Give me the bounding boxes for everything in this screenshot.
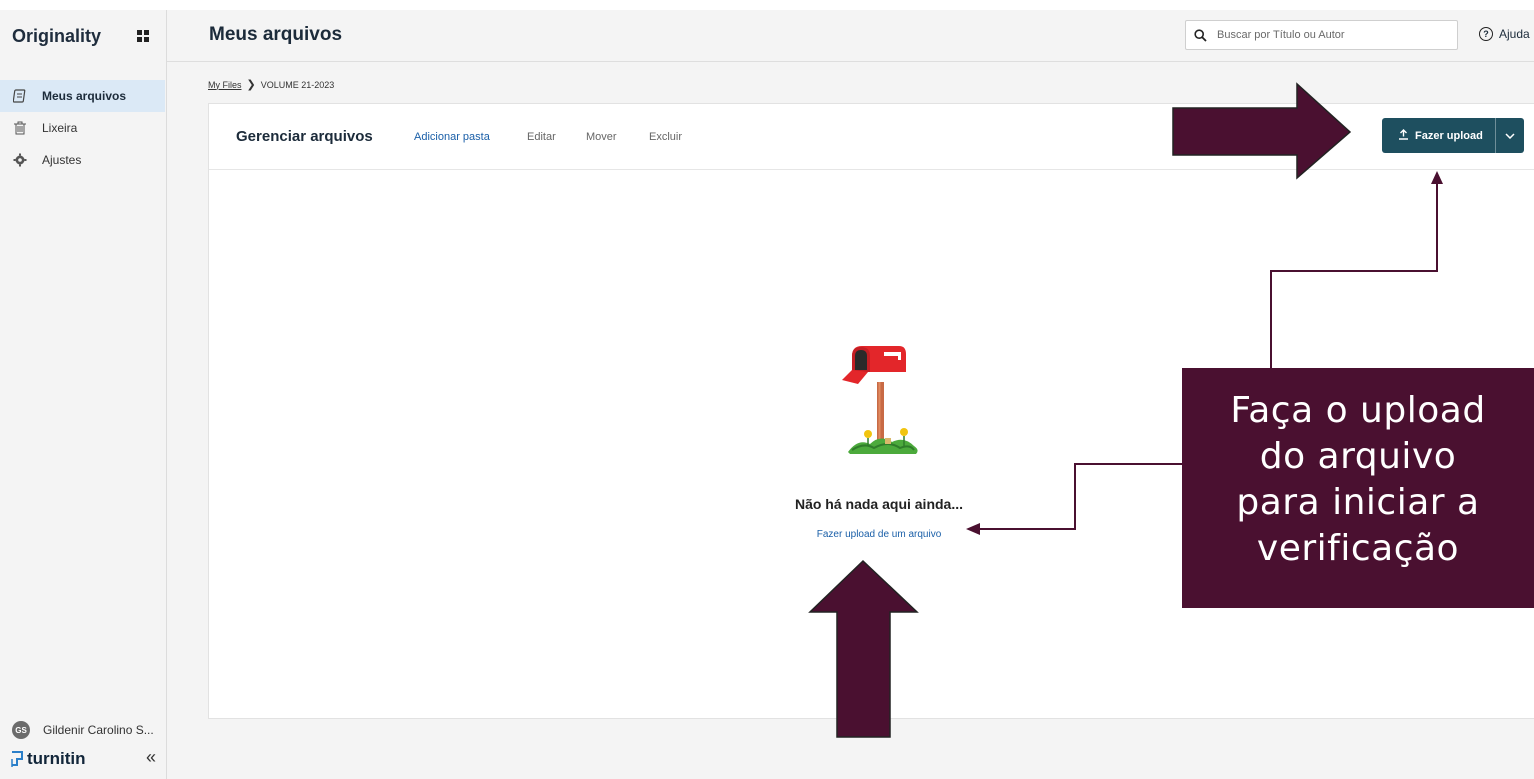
- add-folder-button[interactable]: Adicionar pasta: [414, 131, 490, 143]
- annotation-callout: Faça o upload do arquivo para iniciar a …: [1182, 368, 1534, 608]
- mailbox-illustration: [842, 346, 918, 454]
- upload-options-toggle[interactable]: [1494, 118, 1524, 153]
- user-name: Gildenir Carolino S...: [43, 723, 154, 737]
- trash-icon: [12, 120, 28, 136]
- apps-grid-icon[interactable]: [137, 30, 150, 43]
- sidebar-item-lixeira[interactable]: Lixeira: [0, 112, 165, 144]
- edit-button[interactable]: Editar: [527, 131, 556, 143]
- turnitin-mark-icon: [11, 751, 23, 767]
- side-nav: Meus arquivos Lixeira Ajustes: [0, 80, 165, 176]
- gear-icon: [12, 152, 28, 168]
- breadcrumb-current: VOLUME 21-2023: [260, 79, 335, 90]
- page-title: Meus arquivos: [209, 24, 343, 45]
- turnitin-logo-text: turnitin: [27, 749, 86, 768]
- help-label: Ajuda: [1499, 27, 1530, 41]
- chevron-down-icon: [1505, 132, 1515, 139]
- files-icon: [12, 88, 28, 104]
- avatar: GS: [12, 721, 30, 739]
- move-button[interactable]: Mover: [586, 131, 617, 143]
- top-strip: [0, 0, 1534, 10]
- search-icon: [1194, 28, 1207, 42]
- sidebar-footer: turnitin «: [10, 747, 160, 771]
- sidebar-item-label: Lixeira: [42, 121, 78, 135]
- upload-split-button: Fazer upload: [1382, 118, 1524, 153]
- sidebar: Originality Meus arquivos Lixeira Ajuste…: [0, 10, 167, 779]
- upload-icon: [1398, 128, 1409, 143]
- manage-files-title: Gerenciar arquivos: [236, 128, 373, 145]
- user-menu[interactable]: GS Gildenir Carolino S...: [12, 721, 154, 739]
- search-box[interactable]: [1185, 20, 1458, 50]
- sidebar-item-label: Ajustes: [42, 153, 82, 167]
- breadcrumb: My Files ❯ VOLUME 21-2023: [208, 78, 334, 91]
- help-button[interactable]: ? Ajuda: [1479, 27, 1530, 41]
- sidebar-item-label: Meus arquivos: [42, 89, 127, 103]
- collapse-sidebar-button[interactable]: «: [146, 747, 156, 768]
- sidebar-item-ajustes[interactable]: Ajustes: [0, 144, 165, 176]
- brand-name[interactable]: Originality: [12, 26, 101, 47]
- breadcrumb-root-link[interactable]: My Files: [208, 80, 242, 90]
- chevron-right-icon: ❯: [246, 79, 256, 91]
- help-icon: ?: [1479, 27, 1493, 41]
- turnitin-logo: turnitin: [10, 749, 86, 769]
- top-header: Meus arquivos ? Ajuda: [167, 10, 1534, 62]
- delete-button[interactable]: Excluir: [649, 131, 682, 143]
- upload-button[interactable]: Fazer upload: [1382, 118, 1495, 153]
- upload-button-label: Fazer upload: [1415, 129, 1483, 142]
- sidebar-item-meus-arquivos[interactable]: Meus arquivos: [0, 80, 165, 112]
- files-toolbar: Gerenciar arquivos Adicionar pasta Edita…: [209, 104, 1534, 170]
- search-input[interactable]: [1215, 28, 1439, 42]
